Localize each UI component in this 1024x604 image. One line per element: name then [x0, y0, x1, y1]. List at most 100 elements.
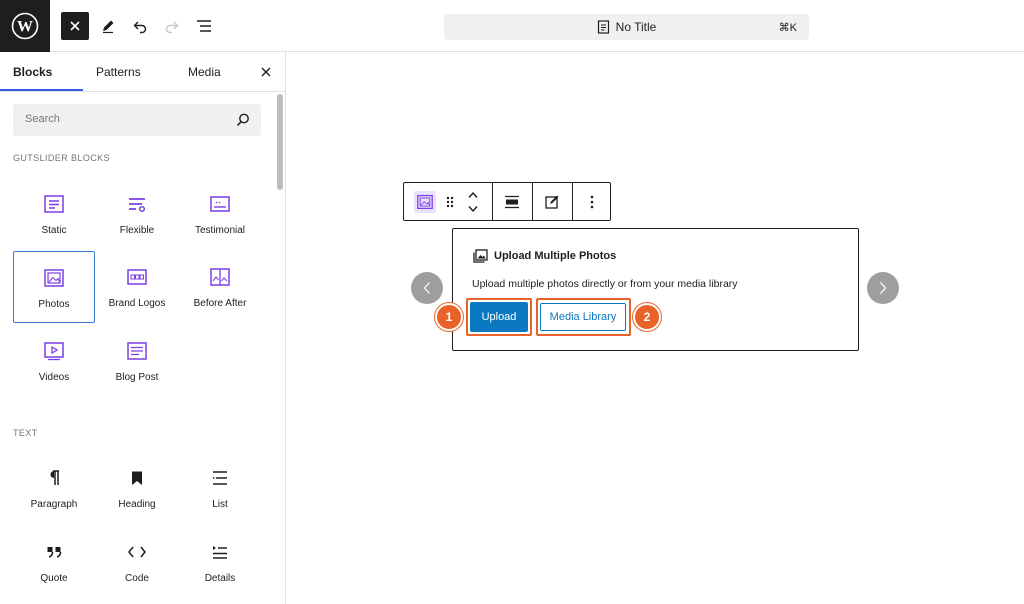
chevron-right-icon: [880, 282, 887, 294]
static-slider-icon: [42, 192, 66, 216]
block-item-code[interactable]: Code: [96, 526, 178, 598]
undo-icon: [133, 21, 147, 34]
sidebar-scrollbar[interactable]: [276, 92, 284, 604]
close-icon: [70, 21, 80, 31]
before-after-icon: [208, 265, 232, 289]
gallery-icon: [473, 249, 488, 263]
block-item-blog-post[interactable]: Blog Post: [96, 325, 178, 397]
section-label-text: TEXT: [13, 428, 38, 438]
block-type-button[interactable]: [408, 183, 442, 220]
block-item-static[interactable]: Static: [13, 178, 95, 250]
block-item-label: Before After: [193, 298, 247, 309]
photos-icon: [42, 266, 66, 290]
block-item-before-after[interactable]: Before After: [179, 251, 261, 323]
block-item-label: Brand Logos: [108, 298, 166, 309]
upload-button[interactable]: Upload: [470, 302, 528, 332]
tab-blocks[interactable]: Blocks: [13, 52, 52, 92]
block-item-quote[interactable]: Quote: [13, 526, 95, 598]
inserter-tabs: Blocks Patterns Media: [0, 52, 285, 92]
redo-button[interactable]: [158, 12, 186, 40]
section-label-gutslider: GUTSLIDER BLOCKS: [13, 153, 110, 163]
list-view-icon: [197, 20, 211, 32]
svg-text:W: W: [17, 19, 33, 36]
videos-icon: [42, 339, 66, 363]
step-badge-2: 2: [633, 303, 661, 331]
redo-icon: [165, 21, 179, 34]
close-icon: [261, 67, 271, 77]
paragraph-icon: [42, 466, 66, 490]
media-library-button[interactable]: Media Library: [540, 303, 626, 331]
block-item-label: Code: [125, 573, 149, 584]
block-item-label: Videos: [38, 372, 70, 383]
close-inserter-button[interactable]: [61, 12, 89, 40]
scrollbar-thumb[interactable]: [277, 94, 283, 190]
slider-next-arrow[interactable]: [867, 272, 899, 304]
block-item-list[interactable]: List: [179, 452, 261, 524]
block-options-button[interactable]: [573, 183, 611, 220]
wordpress-logo-button[interactable]: W: [0, 0, 50, 52]
slider-prev-arrow[interactable]: [411, 272, 443, 304]
block-item-flexible[interactable]: Flexible: [96, 178, 178, 250]
list-icon: [208, 466, 232, 490]
block-item-brand-logos[interactable]: Brand Logos: [96, 251, 178, 323]
chevron-up-icon[interactable]: [467, 191, 479, 199]
search-icon: [236, 113, 249, 127]
block-item-label: Details: [204, 573, 236, 584]
block-item-label: Photos: [38, 299, 70, 310]
document-title: No Title: [615, 20, 657, 34]
testimonial-icon: [208, 192, 232, 216]
details-icon: [208, 540, 232, 564]
block-item-label: Flexible: [119, 225, 155, 236]
tab-media[interactable]: Media: [188, 52, 221, 92]
block-item-label: Blog Post: [115, 372, 159, 383]
drag-handle-icon: [446, 196, 454, 207]
block-item-label: Static: [41, 225, 67, 236]
tab-patterns[interactable]: Patterns: [96, 52, 141, 92]
flexible-slider-icon: [125, 192, 149, 216]
chevron-left-icon: [423, 282, 430, 294]
block-search-input[interactable]: Search: [13, 104, 261, 136]
block-item-testimonial[interactable]: Testimonial: [179, 178, 261, 250]
align-wide-icon: [505, 195, 519, 208]
document-overview-button[interactable]: [190, 12, 218, 40]
pencil-icon: [103, 20, 114, 34]
chevron-down-icon[interactable]: [467, 205, 479, 213]
search-placeholder: Search: [25, 113, 60, 125]
heading-icon: [125, 466, 149, 490]
brand-logos-icon: [125, 265, 149, 289]
placeholder-description: Upload multiple photos directly or from …: [472, 278, 738, 290]
align-button[interactable]: [493, 183, 531, 220]
block-item-label: List: [212, 499, 228, 510]
block-item-paragraph[interactable]: Paragraph: [13, 452, 95, 524]
command-shortcut: ⌘K: [778, 21, 797, 34]
tools-button[interactable]: [94, 12, 122, 40]
placeholder-title: Upload Multiple Photos: [494, 250, 617, 262]
document-title-bar[interactable]: No Title ⌘K: [444, 14, 809, 40]
page-icon: [597, 20, 609, 34]
edit-button[interactable]: [533, 183, 571, 220]
more-vertical-icon: [590, 195, 594, 208]
blog-post-icon: [125, 339, 149, 363]
block-toolbar: [403, 182, 611, 221]
photos-block-icon-wrap: [414, 190, 436, 213]
block-item-label: Heading: [118, 499, 156, 510]
block-item-details[interactable]: Details: [179, 526, 261, 598]
drag-handle[interactable]: [440, 183, 460, 220]
block-item-videos[interactable]: Videos: [13, 325, 95, 397]
step-badge-1: 1: [435, 303, 463, 331]
editor-header: W No Title ⌘K: [0, 0, 1024, 52]
quote-icon: [42, 540, 66, 564]
block-item-photos[interactable]: Photos: [13, 251, 95, 323]
move-block-controls: [462, 183, 484, 220]
photos-icon: [417, 194, 433, 209]
block-item-heading[interactable]: Heading: [96, 452, 178, 524]
undo-button[interactable]: [126, 12, 154, 40]
edit-icon: [545, 195, 559, 209]
close-panel-button[interactable]: [258, 64, 274, 80]
active-tab-indicator: [0, 89, 83, 91]
placeholder-header: Upload Multiple Photos: [473, 249, 616, 263]
wordpress-logo-icon: W: [11, 12, 39, 40]
block-item-label: Testimonial: [194, 225, 246, 236]
code-icon: [125, 540, 149, 564]
block-inserter-panel: Blocks Patterns Media Search GUTSLIDER B…: [0, 52, 286, 604]
